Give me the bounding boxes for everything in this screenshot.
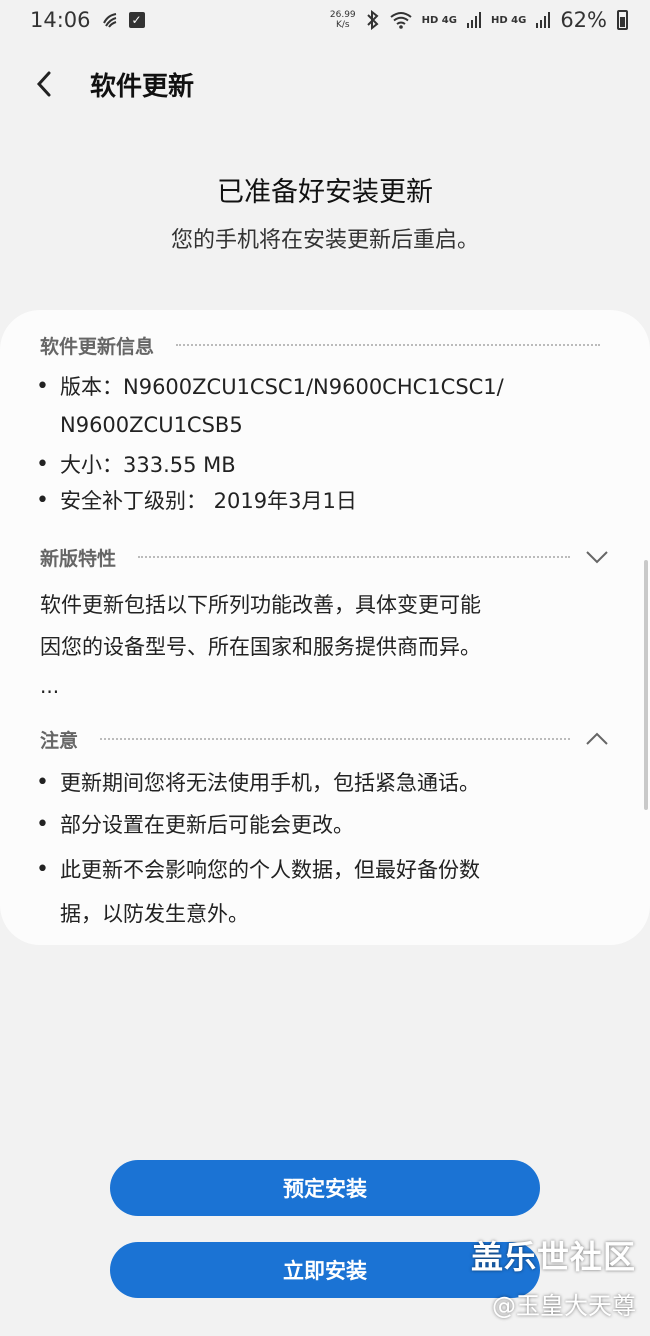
status-right: 26.99 K/s HD 4G HD 4G 62% <box>330 8 628 32</box>
notes-section-header[interactable]: 注意 <box>40 724 612 754</box>
page-title: 软件更新 <box>90 71 195 102</box>
note3-line1: 此更新不会影响您的个人数据，但最好备份数 <box>60 858 480 882</box>
battery-icon <box>617 10 628 30</box>
expand-features-button[interactable] <box>582 547 612 567</box>
chevron-up-icon <box>586 732 608 745</box>
collapse-notes-button[interactable] <box>582 729 612 749</box>
note3-text: 此更新不会影响您的个人数据，但最好备份数 据，以防发生意外。 <box>60 848 616 936</box>
info-section-label: 软件更新信息 <box>40 335 155 358</box>
app-header: 软件更新 <box>0 58 650 110</box>
update-details-card: 软件更新信息 • 版本：N9600ZCU1CSC1/N9600CHC1CSC1/… <box>0 310 650 945</box>
sim2-signal: HD 4G <box>490 14 527 26</box>
features-more[interactable]: ... <box>40 674 59 698</box>
note-item: • 更新期间您将无法使用手机，包括紧急通话。 <box>36 764 616 802</box>
security-patch-text: 安全补丁级别： 2019年3月1日 <box>60 489 357 513</box>
divider-dots <box>100 738 570 740</box>
status-bar: 14:06 ✓ 26.99 K/s HD 4G HD 4G 62% <box>0 0 650 40</box>
signal-bars-icon <box>466 12 481 28</box>
notes-section-label: 注意 <box>40 729 79 752</box>
battery-percent: 62% <box>560 8 607 32</box>
features-section-label: 新版特性 <box>40 547 117 570</box>
watermark-author: @玉皇大天尊 <box>492 1292 636 1320</box>
bullet: • <box>36 452 49 477</box>
note-item: • 此更新不会影响您的个人数据，但最好备份数 据，以防发生意外。 <box>36 848 616 936</box>
checkbox-notification-icon: ✓ <box>128 12 145 28</box>
back-button[interactable] <box>14 58 74 110</box>
features-section-header[interactable]: 新版特性 <box>40 542 612 572</box>
size-item: • 大小：333.55 MB <box>36 446 616 484</box>
signal-bars-icon-2 <box>536 12 551 28</box>
bullet: • <box>36 812 49 837</box>
info-section-header: 软件更新信息 <box>40 330 612 360</box>
version-text: 版本：N9600ZCU1CSC1/N9600CHC1CSC1/ N9600ZCU… <box>60 368 616 444</box>
schedule-install-button[interactable]: 预定安装 <box>110 1160 540 1216</box>
sim1-signal: HD 4G <box>421 14 457 26</box>
note2-text: 部分设置在更新后可能会更改。 <box>60 813 354 837</box>
bullet: • <box>36 374 49 399</box>
network-speed-unit: K/s <box>335 20 350 30</box>
watermark: 盖乐世社区 @玉皇大天尊 <box>471 1232 636 1321</box>
watermark-brand: 盖乐世社区 <box>470 1238 636 1276</box>
features-line2: 因您的设备型号、所在国家和服务提供商而异。 <box>40 635 481 659</box>
notification-icon <box>101 11 119 29</box>
ready-title: 已准备好安装更新 <box>217 177 433 208</box>
ready-subtitle: 您的手机将在安装更新后重启。 <box>170 228 479 253</box>
network-speed-value: 26.99 <box>329 10 356 20</box>
note1-text: 更新期间您将无法使用手机，包括紧急通话。 <box>60 771 480 795</box>
scrollbar[interactable] <box>644 560 648 810</box>
security-patch-item: • 安全补丁级别： 2019年3月1日 <box>36 482 616 520</box>
status-left: 14:06 ✓ <box>30 8 145 32</box>
network-speed: 26.99 K/s <box>330 10 356 30</box>
features-description: 软件更新包括以下所列功能改善，具体变更可能 因您的设备型号、所在国家和服务提供商… <box>40 584 620 668</box>
status-time: 14:06 <box>30 8 91 32</box>
chevron-left-icon <box>36 71 51 97</box>
version-item: • 版本：N9600ZCU1CSC1/N9600CHC1CSC1/ N9600Z… <box>36 368 616 444</box>
bullet: • <box>36 488 49 513</box>
size-text: 大小：333.55 MB <box>60 453 236 477</box>
divider-dots <box>138 556 570 558</box>
bluetooth-icon <box>366 10 380 30</box>
note3-line2: 据，以防发生意外。 <box>60 902 249 926</box>
note-item: • 部分设置在更新后可能会更改。 <box>36 806 616 844</box>
wifi-icon <box>390 11 412 29</box>
version-line1: 版本：N9600ZCU1CSC1/N9600CHC1CSC1/ <box>60 375 504 399</box>
features-line1: 软件更新包括以下所列功能改善，具体变更可能 <box>40 593 481 617</box>
bullet: • <box>36 770 49 795</box>
chevron-down-icon <box>586 551 608 564</box>
version-line2: N9600ZCU1CSB5 <box>60 413 243 437</box>
bullet: • <box>36 857 49 882</box>
divider-dots <box>176 344 600 346</box>
